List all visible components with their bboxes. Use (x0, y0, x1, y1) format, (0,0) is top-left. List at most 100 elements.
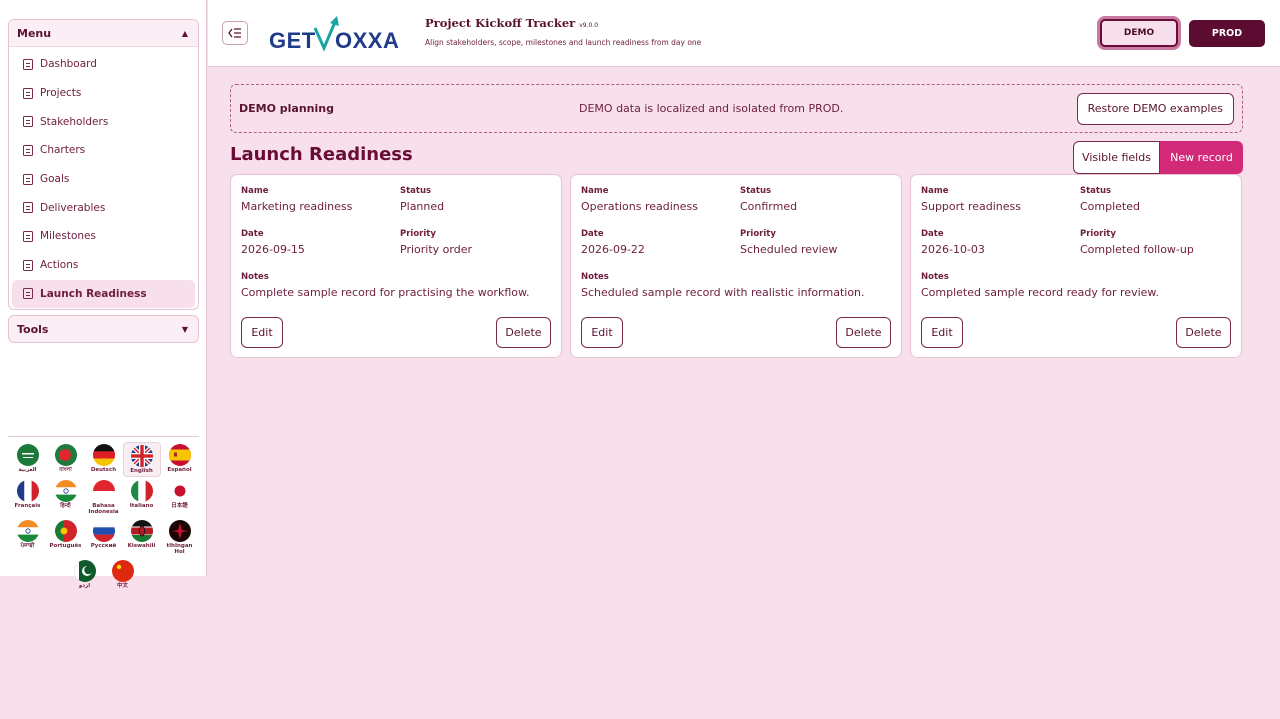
new-record-button[interactable]: New record (1160, 141, 1243, 174)
language-option-portuguese[interactable]: Português (47, 518, 85, 557)
app-title-text: Project Kickoff Tracker (425, 16, 576, 30)
record-status: Completed (1080, 200, 1140, 213)
svg-text:GET: GET (269, 28, 316, 53)
pakistan-flag-icon (73, 560, 96, 582)
status-label: Status (1080, 186, 1112, 196)
sidebar-item-projects[interactable]: Projects (12, 79, 195, 108)
menu-list: Dashboard Projects Stakeholders Charters… (9, 47, 198, 309)
language-picker: العربية বাংলা Deutsch English Español Fr… (8, 436, 199, 592)
sidebar-item-label: Charters (40, 144, 86, 157)
status-label: Status (740, 186, 772, 196)
demo-environment-button[interactable]: DEMO (1100, 19, 1178, 47)
record-name: Marketing readiness (241, 200, 353, 213)
language-option-urdu[interactable]: اردو (66, 558, 104, 591)
language-option-german[interactable]: Deutsch (85, 442, 123, 477)
collapse-sidebar-button[interactable] (222, 21, 248, 45)
record-date: 2026-09-15 (241, 243, 305, 256)
demo-banner: DEMO planning DEMO data is localized and… (230, 84, 1243, 133)
language-label: Português (49, 543, 82, 549)
notes-label: Notes (241, 272, 269, 282)
notes-label: Notes (581, 272, 609, 282)
edit-button[interactable]: Edit (921, 317, 963, 348)
portugal-flag-icon (54, 520, 77, 542)
sidebar-item-charters[interactable]: Charters (12, 136, 195, 165)
sidebar-item-milestones[interactable]: Milestones (12, 222, 195, 251)
priority-label: Priority (1080, 229, 1116, 239)
language-label: 中文 (116, 583, 128, 589)
getvoxxa-logo: GET OXXA (269, 14, 411, 54)
language-option-spanish[interactable]: Español (161, 442, 199, 477)
app-subtitle: Align stakeholders, scope, milestones an… (425, 38, 702, 47)
page-title: Launch Readiness (230, 144, 413, 165)
delete-button[interactable]: Delete (836, 317, 891, 348)
sidebar: Menu ▲ Dashboard Projects Stakeholders C… (0, 0, 207, 589)
sidebar-item-dashboard[interactable]: Dashboard (12, 50, 195, 79)
sidebar-item-launch-readiness[interactable]: Launch Readiness (12, 279, 195, 309)
language-option-arabic[interactable]: العربية (9, 442, 47, 477)
indonesia-flag-icon (92, 480, 115, 502)
language-option-klingon[interactable]: tlhIngan Hol (161, 518, 199, 557)
delete-button[interactable]: Delete (496, 317, 551, 348)
delete-button[interactable]: Delete (1176, 317, 1231, 348)
tools-title: Tools (17, 322, 49, 336)
record-status: Planned (400, 200, 445, 213)
sidebar-item-label: Deliverables (40, 201, 106, 214)
language-option-indonesian[interactable]: Bahasa Indonesia (85, 478, 123, 517)
language-label: Bahasa Indonesia (88, 503, 119, 515)
sidebar-collapse-icon (228, 28, 241, 38)
tools-panel-header[interactable]: Tools ▼ (8, 315, 199, 343)
language-option-french[interactable]: Français (9, 478, 47, 517)
kenya-flag-icon (130, 520, 153, 542)
priority-label: Priority (400, 229, 436, 239)
language-option-hindi[interactable]: हिन्दी (47, 478, 85, 517)
china-flag-icon (111, 560, 134, 582)
russia-flag-icon (92, 520, 115, 542)
name-label: Name (241, 186, 269, 196)
language-option-english[interactable]: English (122, 442, 161, 477)
language-label: Italiano (129, 503, 154, 509)
language-option-punjabi[interactable]: ਪੰਜਾਬੀ (9, 518, 47, 557)
document-icon (23, 87, 33, 99)
sidebar-item-stakeholders[interactable]: Stakeholders (12, 107, 195, 136)
italy-flag-icon (130, 480, 153, 502)
banner-title: DEMO planning (239, 102, 334, 115)
germany-flag-icon (92, 444, 115, 466)
prod-environment-button[interactable]: PROD (1189, 20, 1265, 47)
sidebar-item-goals[interactable]: Goals (12, 165, 195, 194)
sidebar-item-label: Goals (40, 173, 70, 186)
document-icon (23, 288, 33, 300)
sidebar-item-label: Actions (40, 259, 79, 272)
france-flag-icon (16, 480, 39, 502)
japan-flag-icon (168, 480, 191, 502)
document-icon (23, 144, 33, 156)
language-option-chinese[interactable]: 中文 (104, 558, 142, 591)
sidebar-item-deliverables[interactable]: Deliverables (12, 193, 195, 222)
record-notes: Complete sample record for practising th… (241, 286, 530, 299)
record-notes: Completed sample record ready for review… (921, 286, 1159, 299)
language-option-japanese[interactable]: 日本語 (161, 478, 199, 517)
visible-fields-button[interactable]: Visible fields (1073, 141, 1160, 174)
record-card: Name Status Operations readiness Confirm… (570, 174, 902, 358)
language-option-swahili[interactable]: Kiswahili (123, 518, 161, 557)
date-label: Date (921, 229, 944, 239)
india-flag-icon (16, 520, 39, 542)
document-icon (23, 58, 33, 70)
menu-header[interactable]: Menu ▲ (9, 20, 198, 47)
india-flag-icon (54, 480, 77, 502)
priority-label: Priority (740, 229, 776, 239)
language-label: हिन्दी (60, 503, 71, 509)
sidebar-item-label: Projects (40, 87, 82, 100)
edit-button[interactable]: Edit (581, 317, 623, 348)
language-label: العربية (18, 467, 37, 473)
sidebar-item-actions[interactable]: Actions (12, 251, 195, 280)
document-icon (23, 116, 33, 128)
sidebar-item-label: Milestones (40, 230, 96, 243)
restore-demo-button[interactable]: Restore DEMO examples (1076, 92, 1234, 125)
language-option-russian[interactable]: Русский (85, 518, 123, 557)
language-option-bengali[interactable]: বাংলা (47, 442, 85, 477)
edit-button[interactable]: Edit (241, 317, 283, 348)
language-option-italian[interactable]: Italiano (123, 478, 161, 517)
sidebar-item-label: Stakeholders (40, 115, 109, 128)
chevron-up-icon: ▲ (181, 28, 188, 38)
language-label: 日本語 (171, 503, 188, 509)
